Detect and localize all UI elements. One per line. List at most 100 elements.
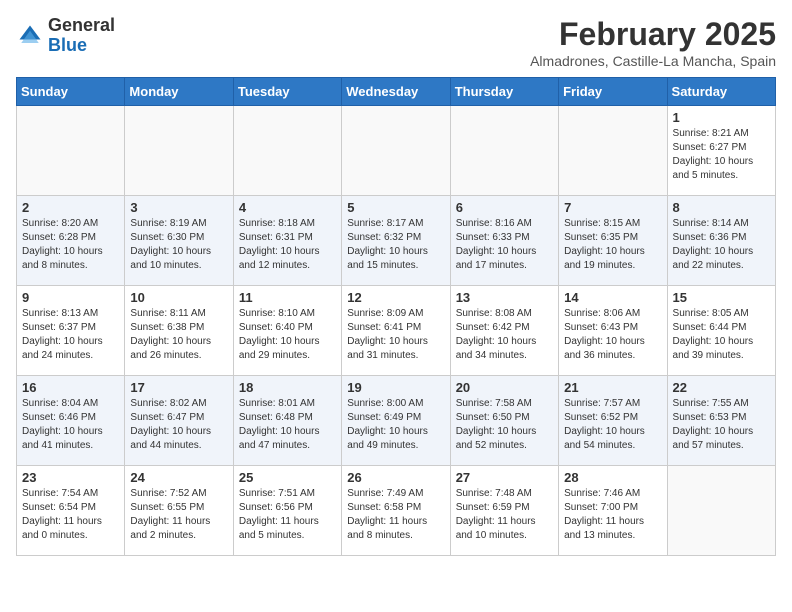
calendar-cell: 15 Sunrise: 8:05 AM Sunset: 6:44 PM Dayli…	[667, 286, 775, 376]
calendar-week-2: 2 Sunrise: 8:20 AM Sunset: 6:28 PM Daylig…	[17, 196, 776, 286]
day-info: Sunrise: 7:57 AM Sunset: 6:52 PM Dayligh…	[564, 397, 661, 453]
day-number: 7	[564, 200, 661, 215]
day-info: Sunrise: 8:14 AM Sunset: 6:36 PM Dayligh…	[673, 217, 770, 273]
day-number: 9	[22, 290, 119, 305]
day-info: Sunrise: 7:52 AM Sunset: 6:55 PM Dayligh…	[130, 487, 227, 543]
day-info: Sunrise: 7:49 AM Sunset: 6:58 PM Dayligh…	[347, 487, 444, 543]
day-info: Sunrise: 8:20 AM Sunset: 6:28 PM Dayligh…	[22, 217, 119, 273]
day-header-saturday: Saturday	[667, 78, 775, 106]
calendar-cell: 4 Sunrise: 8:18 AM Sunset: 6:31 PM Daylig…	[233, 196, 341, 286]
day-number: 24	[130, 470, 227, 485]
calendar-cell: 12 Sunrise: 8:09 AM Sunset: 6:41 PM Dayli…	[342, 286, 450, 376]
calendar-cell	[559, 106, 667, 196]
day-info: Sunrise: 7:55 AM Sunset: 6:53 PM Dayligh…	[673, 397, 770, 453]
day-info: Sunrise: 8:06 AM Sunset: 6:43 PM Dayligh…	[564, 307, 661, 363]
calendar-cell: 13Sunrise: 8:08 AM Sunset: 6:42 PM Dayli…	[450, 286, 558, 376]
day-number: 21	[564, 380, 661, 395]
day-number: 18	[239, 380, 336, 395]
day-number: 11	[239, 290, 336, 305]
day-number: 27	[456, 470, 553, 485]
day-number: 23	[22, 470, 119, 485]
day-number: 2	[22, 200, 119, 215]
day-info: Sunrise: 7:48 AM Sunset: 6:59 PM Dayligh…	[456, 487, 553, 543]
calendar-cell: 27 Sunrise: 7:48 AM Sunset: 6:59 PM Dayli…	[450, 466, 558, 556]
day-number: 22	[673, 380, 770, 395]
calendar-week-5: 23 Sunrise: 7:54 AM Sunset: 6:54 PM Dayli…	[17, 466, 776, 556]
day-number: 4	[239, 200, 336, 215]
month-title: February 2025	[530, 16, 776, 53]
calendar-cell: 18 Sunrise: 8:01 AM Sunset: 6:48 PM Dayli…	[233, 376, 341, 466]
day-info: Sunrise: 8:21 AM Sunset: 6:27 PM Dayligh…	[673, 127, 770, 183]
calendar-cell: 5 Sunrise: 8:17 AM Sunset: 6:32 PM Daylig…	[342, 196, 450, 286]
calendar-cell: 25Sunrise: 7:51 AM Sunset: 6:56 PM Dayli…	[233, 466, 341, 556]
calendar-cell	[342, 106, 450, 196]
day-number: 26	[347, 470, 444, 485]
day-info: Sunrise: 8:13 AM Sunset: 6:37 PM Dayligh…	[22, 307, 119, 363]
calendar-body: 1 Sunrise: 8:21 AM Sunset: 6:27 PM Daylig…	[17, 106, 776, 556]
day-number: 19	[347, 380, 444, 395]
calendar-table: SundayMondayTuesdayWednesdayThursdayFrid…	[16, 77, 776, 556]
day-info: Sunrise: 8:11 AM Sunset: 6:38 PM Dayligh…	[130, 307, 227, 363]
logo-icon	[16, 22, 44, 50]
day-number: 15	[673, 290, 770, 305]
day-number: 12	[347, 290, 444, 305]
calendar-cell: 7 Sunrise: 8:15 AM Sunset: 6:35 PM Daylig…	[559, 196, 667, 286]
calendar-cell: 2 Sunrise: 8:20 AM Sunset: 6:28 PM Daylig…	[17, 196, 125, 286]
day-number: 5	[347, 200, 444, 215]
calendar-cell	[17, 106, 125, 196]
calendar-cell	[233, 106, 341, 196]
day-info: Sunrise: 7:54 AM Sunset: 6:54 PM Dayligh…	[22, 487, 119, 543]
day-info: Sunrise: 7:46 AM Sunset: 7:00 PM Dayligh…	[564, 487, 661, 543]
calendar-cell: 11 Sunrise: 8:10 AM Sunset: 6:40 PM Dayli…	[233, 286, 341, 376]
calendar-cell	[125, 106, 233, 196]
calendar-cell: 6Sunrise: 8:16 AM Sunset: 6:33 PM Daylig…	[450, 196, 558, 286]
day-number: 6	[456, 200, 553, 215]
day-info: Sunrise: 8:02 AM Sunset: 6:47 PM Dayligh…	[130, 397, 227, 453]
day-info: Sunrise: 8:04 AM Sunset: 6:46 PM Dayligh…	[22, 397, 119, 453]
calendar-header-row: SundayMondayTuesdayWednesdayThursdayFrid…	[17, 78, 776, 106]
calendar-week-1: 1 Sunrise: 8:21 AM Sunset: 6:27 PM Daylig…	[17, 106, 776, 196]
location-subtitle: Almadrones, Castille-La Mancha, Spain	[530, 53, 776, 69]
day-header-friday: Friday	[559, 78, 667, 106]
calendar-cell: 22 Sunrise: 7:55 AM Sunset: 6:53 PM Dayli…	[667, 376, 775, 466]
page-header: General Blue February 2025 Almadrones, C…	[16, 16, 776, 69]
day-info: Sunrise: 8:10 AM Sunset: 6:40 PM Dayligh…	[239, 307, 336, 363]
day-number: 16	[22, 380, 119, 395]
calendar-cell: 16 Sunrise: 8:04 AM Sunset: 6:46 PM Dayli…	[17, 376, 125, 466]
day-number: 25	[239, 470, 336, 485]
calendar-cell: 26 Sunrise: 7:49 AM Sunset: 6:58 PM Dayli…	[342, 466, 450, 556]
day-number: 8	[673, 200, 770, 215]
calendar-cell: 23 Sunrise: 7:54 AM Sunset: 6:54 PM Dayli…	[17, 466, 125, 556]
calendar-cell: 17 Sunrise: 8:02 AM Sunset: 6:47 PM Dayli…	[125, 376, 233, 466]
day-number: 28	[564, 470, 661, 485]
day-number: 17	[130, 380, 227, 395]
calendar-cell: 3Sunrise: 8:19 AM Sunset: 6:30 PM Daylig…	[125, 196, 233, 286]
day-info: Sunrise: 8:08 AM Sunset: 6:42 PM Dayligh…	[456, 307, 553, 363]
day-info: Sunrise: 8:15 AM Sunset: 6:35 PM Dayligh…	[564, 217, 661, 273]
calendar-cell: 24 Sunrise: 7:52 AM Sunset: 6:55 PM Dayli…	[125, 466, 233, 556]
day-info: Sunrise: 8:09 AM Sunset: 6:41 PM Dayligh…	[347, 307, 444, 363]
calendar-cell: 10Sunrise: 8:11 AM Sunset: 6:38 PM Dayli…	[125, 286, 233, 376]
day-number: 20	[456, 380, 553, 395]
day-info: Sunrise: 8:05 AM Sunset: 6:44 PM Dayligh…	[673, 307, 770, 363]
calendar-cell: 1 Sunrise: 8:21 AM Sunset: 6:27 PM Daylig…	[667, 106, 775, 196]
calendar-cell: 20 Sunrise: 7:58 AM Sunset: 6:50 PM Dayli…	[450, 376, 558, 466]
day-number: 14	[564, 290, 661, 305]
day-number: 1	[673, 110, 770, 125]
calendar-cell: 8 Sunrise: 8:14 AM Sunset: 6:36 PM Daylig…	[667, 196, 775, 286]
logo-blue-text: Blue	[48, 35, 87, 55]
logo-general-text: General	[48, 15, 115, 35]
calendar-cell: 19Sunrise: 8:00 AM Sunset: 6:49 PM Dayli…	[342, 376, 450, 466]
day-number: 3	[130, 200, 227, 215]
calendar-week-3: 9 Sunrise: 8:13 AM Sunset: 6:37 PM Daylig…	[17, 286, 776, 376]
calendar-cell: 14 Sunrise: 8:06 AM Sunset: 6:43 PM Dayli…	[559, 286, 667, 376]
calendar-cell: 9 Sunrise: 8:13 AM Sunset: 6:37 PM Daylig…	[17, 286, 125, 376]
day-header-sunday: Sunday	[17, 78, 125, 106]
day-info: Sunrise: 8:18 AM Sunset: 6:31 PM Dayligh…	[239, 217, 336, 273]
day-info: Sunrise: 8:17 AM Sunset: 6:32 PM Dayligh…	[347, 217, 444, 273]
calendar-cell: 28 Sunrise: 7:46 AM Sunset: 7:00 PM Dayli…	[559, 466, 667, 556]
calendar-cell	[450, 106, 558, 196]
day-header-wednesday: Wednesday	[342, 78, 450, 106]
day-info: Sunrise: 7:58 AM Sunset: 6:50 PM Dayligh…	[456, 397, 553, 453]
day-info: Sunrise: 8:01 AM Sunset: 6:48 PM Dayligh…	[239, 397, 336, 453]
